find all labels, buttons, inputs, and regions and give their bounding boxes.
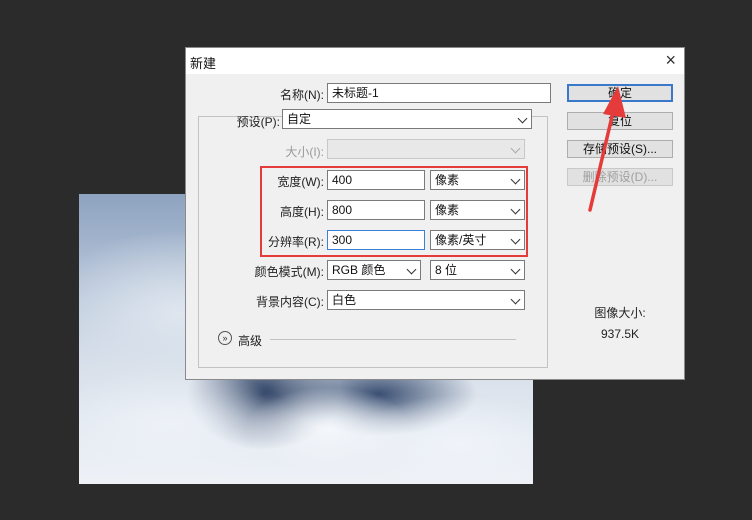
- name-input[interactable]: 未标题-1: [327, 83, 551, 103]
- resolution-label: 分辨率(R):: [268, 235, 324, 249]
- chevron-down-icon: [517, 113, 528, 124]
- resolution-unit-select[interactable]: 像素/英寸: [430, 230, 525, 250]
- ok-button[interactable]: 确定: [567, 84, 673, 102]
- background-select[interactable]: 白色: [327, 290, 525, 310]
- close-icon[interactable]: ×: [665, 50, 676, 71]
- preset-select[interactable]: 自定: [282, 109, 532, 129]
- delete-preset-button: 删除预设(D)...: [567, 168, 673, 186]
- bit-depth-value: 8 位: [435, 263, 458, 277]
- height-unit-select[interactable]: 像素: [430, 200, 525, 220]
- color-mode-value: RGB 颜色: [332, 263, 386, 277]
- chevron-down-icon: [510, 294, 521, 305]
- expand-icon[interactable]: »: [218, 331, 232, 345]
- chevron-down-icon: [510, 204, 521, 215]
- width-unit-value: 像素: [435, 173, 460, 187]
- reset-button[interactable]: 复位: [567, 112, 673, 130]
- height-unit-value: 像素: [435, 203, 460, 217]
- dialog-titlebar: 新建 ×: [186, 48, 684, 74]
- image-size-value: 937.5K: [600, 327, 640, 341]
- color-mode-label: 颜色模式(M):: [254, 265, 324, 279]
- chevron-down-icon: [510, 174, 521, 185]
- image-size-label: 图像大小:: [594, 306, 646, 320]
- chevron-down-icon: [406, 264, 417, 275]
- preset-label: 预设(P):: [236, 115, 280, 129]
- resolution-input[interactable]: 300: [327, 230, 425, 250]
- width-input[interactable]: 400: [327, 170, 425, 190]
- bit-depth-select[interactable]: 8 位: [430, 260, 525, 280]
- color-mode-select[interactable]: RGB 颜色: [327, 260, 421, 280]
- height-input[interactable]: 800: [327, 200, 425, 220]
- preset-value: 自定: [287, 112, 312, 126]
- resolution-unit-value: 像素/英寸: [435, 233, 487, 247]
- dialog-title: 新建: [190, 56, 217, 71]
- background-label: 背景内容(C):: [256, 295, 324, 309]
- chevron-down-icon: [510, 143, 521, 154]
- chevron-down-icon: [510, 264, 521, 275]
- name-label: 名称(N):: [280, 88, 324, 102]
- size-select: [327, 139, 525, 159]
- width-unit-select[interactable]: 像素: [430, 170, 525, 190]
- height-label: 高度(H):: [280, 205, 324, 219]
- advanced-label[interactable]: 高级: [238, 332, 262, 349]
- chevron-down-icon: [510, 234, 521, 245]
- save-preset-button[interactable]: 存储预设(S)...: [567, 140, 673, 158]
- advanced-divider: [270, 339, 516, 340]
- background-value: 白色: [332, 293, 357, 307]
- size-label: 大小(I):: [285, 145, 324, 159]
- width-label: 宽度(W):: [277, 175, 324, 189]
